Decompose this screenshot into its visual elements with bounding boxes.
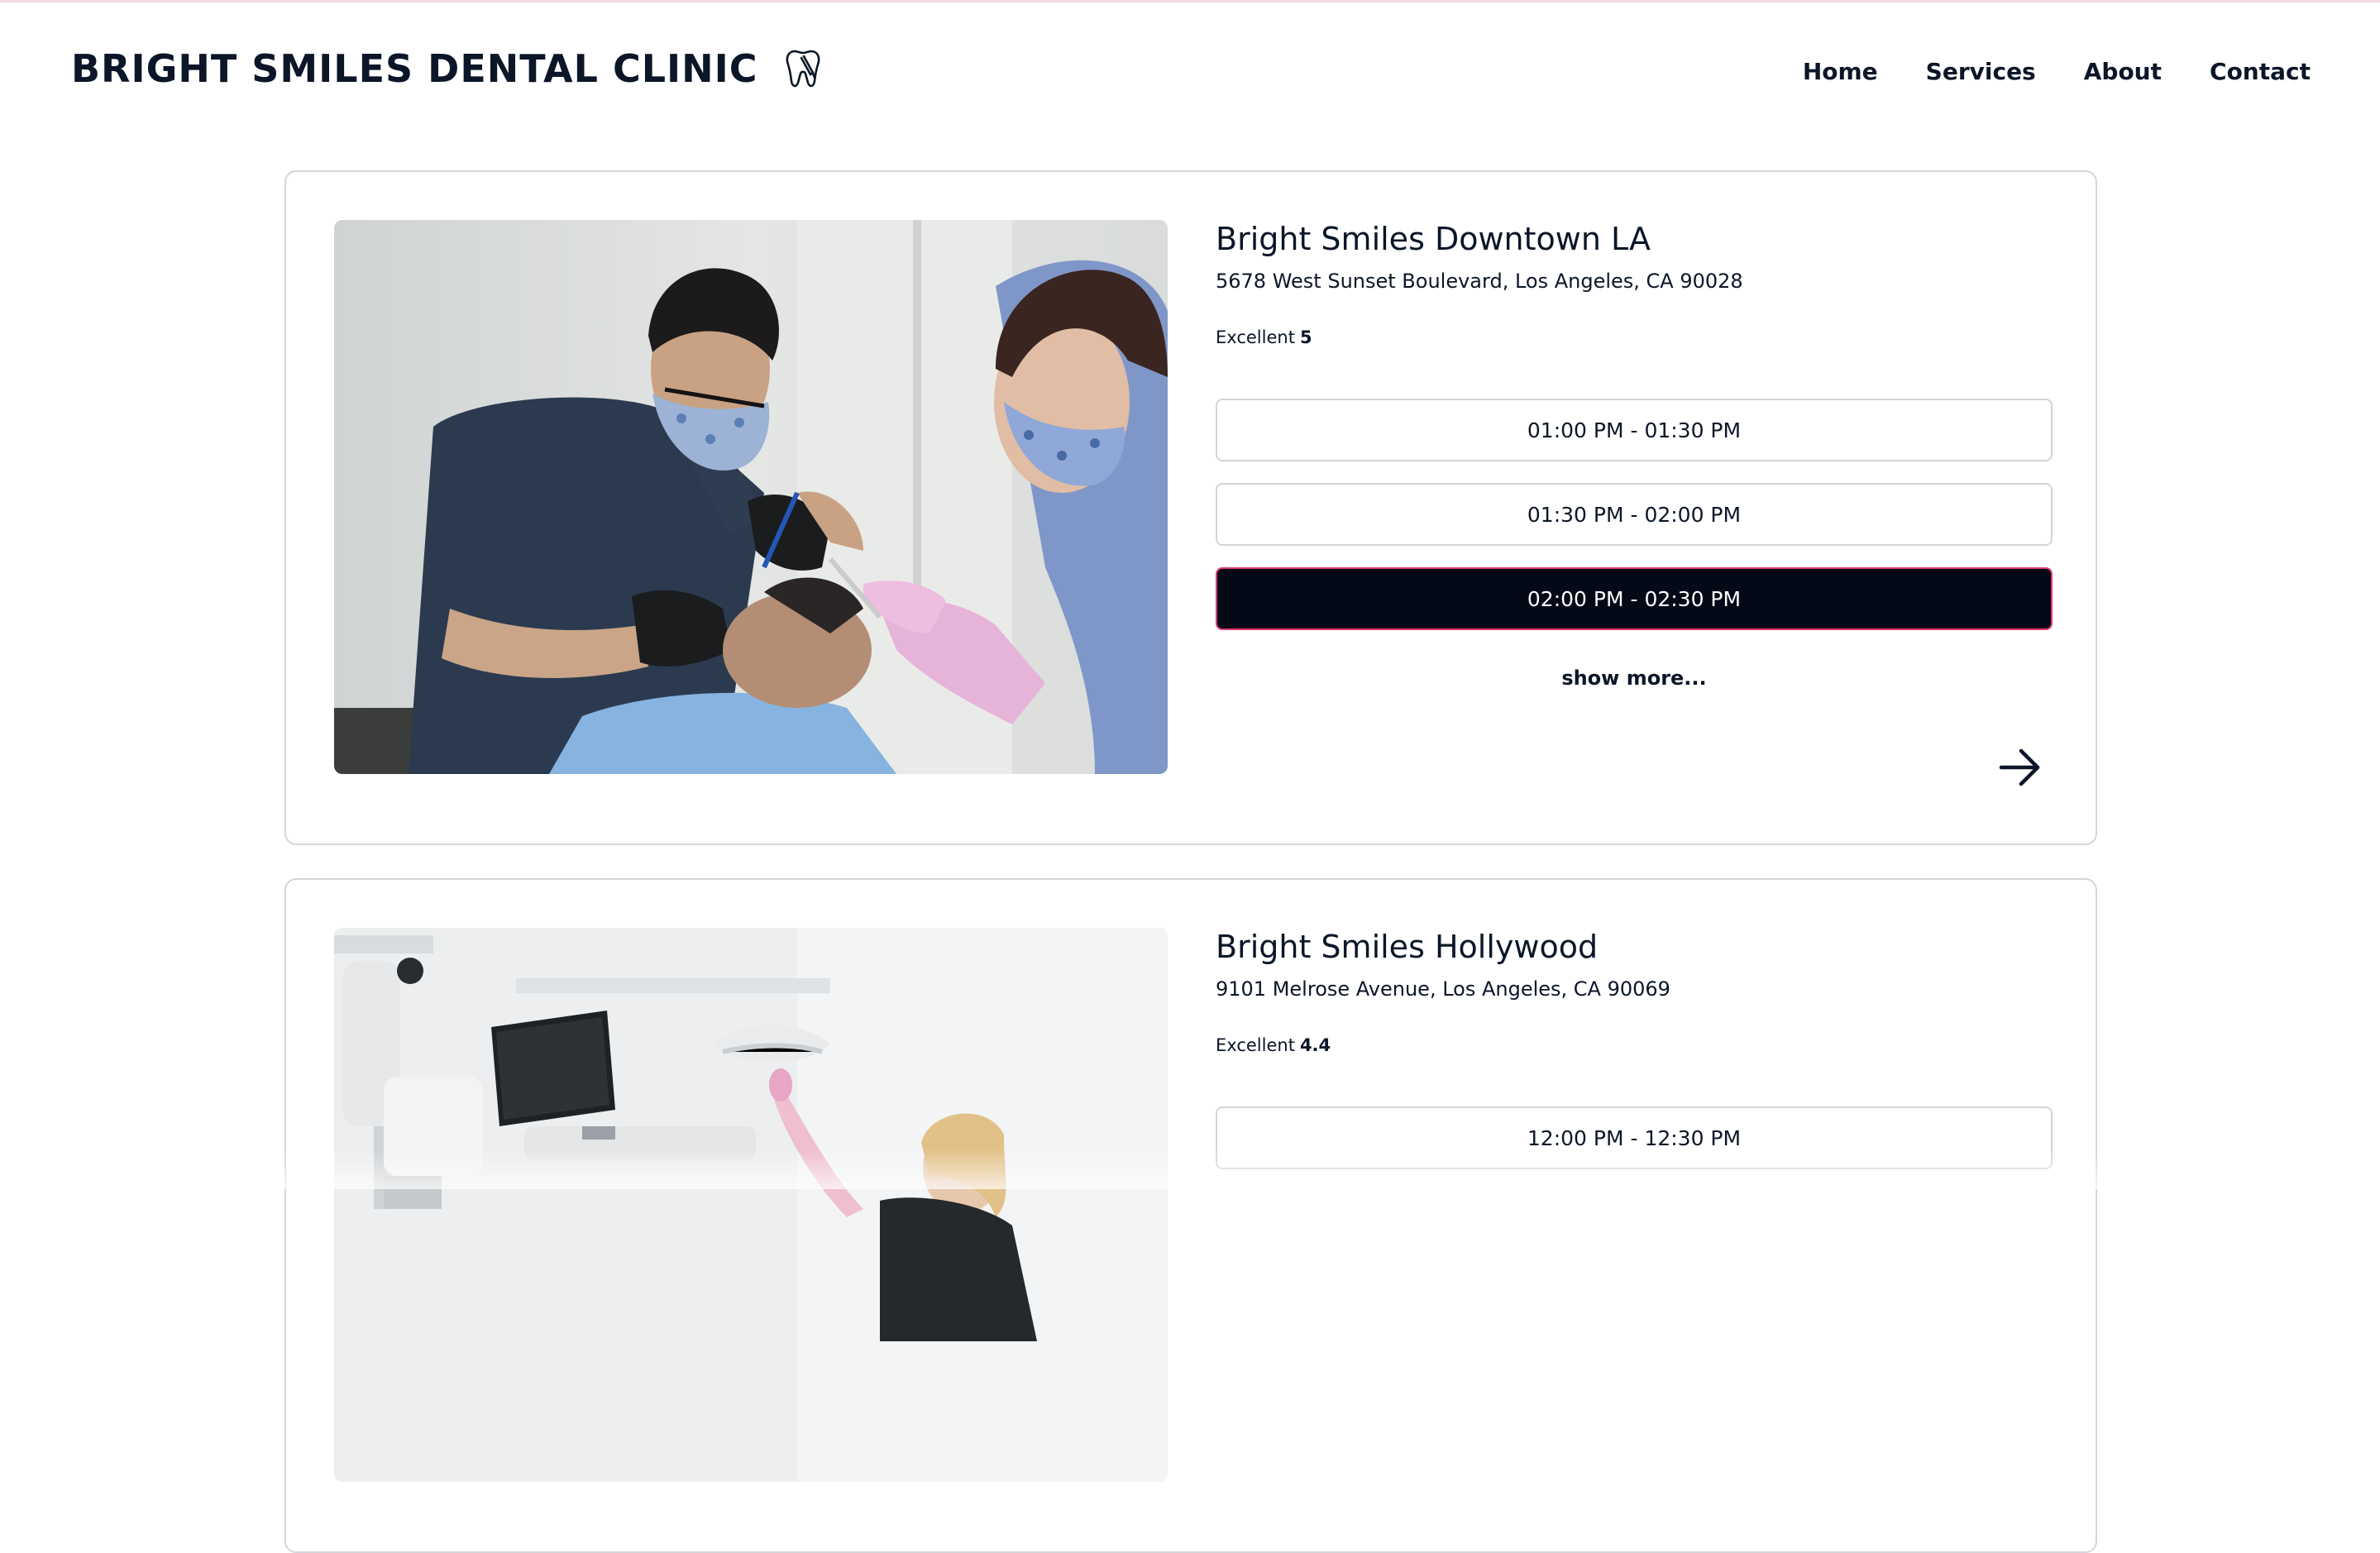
main-nav: Home Services About Contact [1803,58,2311,85]
time-slots: 01:00 PM - 01:30 PM 01:30 PM - 02:00 PM … [1216,399,2053,630]
clinic-rating: Excellent 5 [1216,327,2053,347]
dental-office-photo [334,928,1168,1482]
nav-home[interactable]: Home [1803,58,1878,85]
rating-score: 5 [1299,327,1312,347]
clinic-info: Bright Smiles Downtown LA 5678 West Suns… [1216,220,2053,690]
time-slot-button-selected[interactable]: 02:00 PM - 02:30 PM [1216,567,2053,630]
site-header: BRIGHT SMILES DENTAL CLINIC Home Service… [0,0,2380,141]
rating-score: 4.4 [1299,1035,1331,1055]
brand-title: BRIGHT SMILES DENTAL CLINIC [71,46,758,91]
clinic-card: Bright Smiles Downtown LA 5678 West Suns… [284,170,2097,845]
brand[interactable]: BRIGHT SMILES DENTAL CLINIC [71,46,824,91]
clinic-info: Bright Smiles Hollywood 9101 Melrose Ave… [1216,928,2053,1169]
tooth-icon [786,50,820,88]
clinic-card: Bright Smiles Hollywood 9101 Melrose Ave… [284,878,2097,1553]
nav-contact[interactable]: Contact [2210,58,2311,85]
clinic-name[interactable]: Bright Smiles Downtown LA [1216,220,2053,258]
nav-about[interactable]: About [2084,58,2162,85]
clinic-address: 9101 Melrose Avenue, Los Angeles, CA 900… [1216,977,1670,1001]
nav-services[interactable]: Services [1926,58,2036,85]
time-slots: 12:00 PM - 12:30 PM [1216,1106,2053,1169]
show-more-link[interactable]: show more... [1216,667,2053,690]
rating-label: Excellent [1216,1035,1295,1055]
clinic-name[interactable]: Bright Smiles Hollywood [1216,928,2053,966]
time-slot-button[interactable]: 01:00 PM - 01:30 PM [1216,399,2053,461]
clinic-address: 5678 West Sunset Boulevard, Los Angeles,… [1216,270,1743,293]
arrow-right-icon[interactable] [1996,744,2043,791]
dentist-treating-patient-photo [334,220,1168,774]
clinic-rating: Excellent 4.4 [1216,1035,2053,1055]
time-slot-button[interactable]: 12:00 PM - 12:30 PM [1216,1106,2053,1169]
time-slot-button[interactable]: 01:30 PM - 02:00 PM [1216,483,2053,546]
rating-label: Excellent [1216,327,1295,347]
